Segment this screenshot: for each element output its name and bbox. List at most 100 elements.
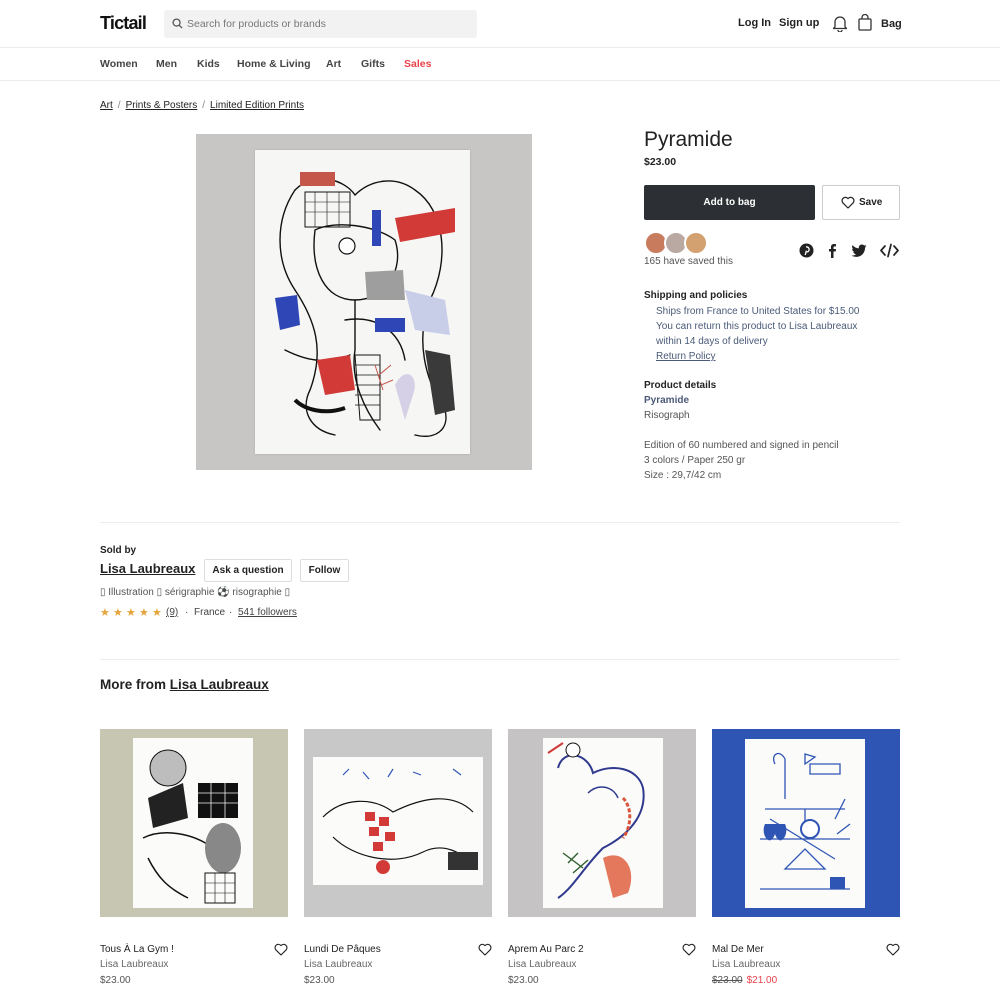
star-icon: ★	[126, 607, 136, 619]
card-seller[interactable]: Lisa Laubreaux	[712, 959, 780, 970]
details-name: Pyramide	[644, 395, 690, 406]
seller-name-link[interactable]: Lisa Laubreaux	[100, 561, 195, 576]
bag-link[interactable]: Bag	[881, 18, 902, 30]
seller-country: France	[194, 607, 226, 618]
details-line: 3 colors / Paper 250 gr	[644, 455, 746, 466]
breadcrumb-separator: /	[202, 100, 206, 111]
card-title[interactable]: Lundi De Pâques	[304, 944, 381, 955]
divider	[100, 659, 900, 660]
followers-link[interactable]: 541 followers	[238, 607, 297, 618]
breadcrumb-prints-posters[interactable]: Prints & Posters	[126, 100, 198, 111]
card-seller[interactable]: Lisa Laubreaux	[100, 959, 168, 970]
card-image[interactable]	[508, 729, 696, 917]
card-title[interactable]: Tous À La Gym !	[100, 944, 174, 955]
ask-question-button[interactable]: Ask a question	[204, 559, 292, 582]
divider	[100, 522, 900, 523]
add-to-bag-button[interactable]: Add to bag	[644, 185, 815, 220]
product-details-title: Product details	[644, 380, 717, 391]
product-price: $23.00	[644, 156, 677, 168]
card-image[interactable]	[712, 729, 900, 917]
star-icon: ★	[100, 607, 110, 619]
card-print	[313, 757, 483, 885]
card-print	[745, 739, 865, 908]
save-button[interactable]: Save	[822, 185, 900, 220]
more-from-prefix: More from	[100, 677, 167, 692]
heart-icon[interactable]	[886, 943, 900, 956]
nav-item-sales[interactable]: Sales	[404, 58, 431, 70]
card-image[interactable]	[100, 729, 288, 917]
bag-icon[interactable]	[858, 14, 872, 31]
shipping-line: You can return this product to Lisa Laub…	[656, 321, 858, 332]
breadcrumb-art[interactable]: Art	[100, 100, 113, 111]
category-nav: Women Men Kids Home & Living Art Gifts S…	[0, 48, 1000, 81]
card-print	[133, 738, 253, 908]
details-line: Size : 29,7/42 cm	[644, 470, 722, 481]
more-from-seller-link[interactable]: Lisa Laubreaux	[170, 677, 269, 692]
return-policy-link[interactable]: Return Policy	[656, 349, 715, 364]
star-icon: ★	[152, 607, 162, 619]
nav-item-kids[interactable]: Kids	[197, 58, 220, 70]
star-icon: ★	[113, 607, 123, 619]
details-type: Risograph	[644, 410, 690, 421]
details-line: Edition of 60 numbered and signed in pen…	[644, 440, 839, 451]
card-title[interactable]: Mal De Mer	[712, 944, 764, 955]
save-label: Save	[859, 197, 883, 208]
top-header: Tictail Log In Sign up Bag	[0, 0, 1000, 48]
breadcrumb-separator: /	[117, 100, 121, 111]
product-print	[255, 150, 470, 454]
print-illustration	[275, 172, 455, 437]
sold-by-label: Sold by	[100, 545, 137, 556]
card-seller[interactable]: Lisa Laubreaux	[508, 959, 576, 970]
card-price: $23.00	[508, 975, 539, 986]
heart-icon[interactable]	[682, 943, 696, 956]
nav-item-women[interactable]: Women	[100, 58, 138, 70]
login-link[interactable]: Log In	[738, 17, 771, 29]
card-illustration	[547, 742, 645, 899]
card-price-sale: $21.00	[746, 975, 778, 986]
site-logo[interactable]: Tictail	[100, 13, 147, 34]
shipping-title: Shipping and policies	[644, 290, 748, 301]
shipping-line: within 14 days of delivery	[656, 336, 768, 347]
follow-button[interactable]: Follow	[300, 559, 349, 582]
twitter-icon[interactable]	[851, 243, 867, 258]
nav-item-gifts[interactable]: Gifts	[361, 58, 385, 70]
embed-icon[interactable]	[880, 243, 899, 258]
product-title: Pyramide	[644, 128, 733, 151]
card-illustration	[760, 752, 851, 890]
avatar[interactable]	[684, 231, 708, 255]
signup-link[interactable]: Sign up	[779, 17, 819, 29]
search-icon	[172, 18, 183, 29]
search-input[interactable]	[187, 15, 467, 33]
card-price: $23.00	[100, 975, 131, 986]
card-illustration	[322, 768, 478, 874]
card-price-row: $23.00 $21.00	[712, 975, 777, 986]
facebook-icon[interactable]	[826, 243, 838, 258]
reviews-link[interactable]: (9)	[166, 607, 178, 618]
pinterest-icon[interactable]	[799, 243, 814, 258]
search-bar[interactable]	[164, 10, 477, 38]
breadcrumb: Art / Prints & Posters / Limited Edition Pri…	[100, 100, 304, 111]
product-image[interactable]	[196, 134, 532, 470]
bell-icon[interactable]	[832, 15, 848, 32]
nav-item-home-living[interactable]: Home & Living	[237, 58, 311, 70]
separator-dot: ·	[185, 607, 189, 618]
seller-tags: ▯ Illustration ▯ sérigraphie ⚽ risograph…	[100, 587, 291, 598]
card-title[interactable]: Aprem Au Parc 2	[508, 944, 584, 955]
nav-item-art[interactable]: Art	[326, 58, 341, 70]
star-icon: ★	[139, 607, 149, 619]
breadcrumb-limited-edition[interactable]: Limited Edition Prints	[210, 100, 304, 111]
separator-dot: ·	[229, 607, 233, 618]
heart-icon	[841, 196, 855, 209]
card-image[interactable]	[304, 729, 492, 917]
card-print	[543, 738, 663, 908]
shipping-line: Ships from France to United States for $…	[656, 306, 860, 317]
card-illustration	[142, 749, 241, 904]
card-seller[interactable]: Lisa Laubreaux	[304, 959, 372, 970]
heart-icon[interactable]	[478, 943, 492, 956]
more-from-heading: More from Lisa Laubreaux	[100, 677, 269, 692]
card-price: $23.00	[304, 975, 335, 986]
card-price-original: $23.00	[712, 975, 743, 986]
heart-icon[interactable]	[274, 943, 288, 956]
nav-item-men[interactable]: Men	[156, 58, 177, 70]
saved-count: 165 have saved this	[644, 256, 733, 267]
